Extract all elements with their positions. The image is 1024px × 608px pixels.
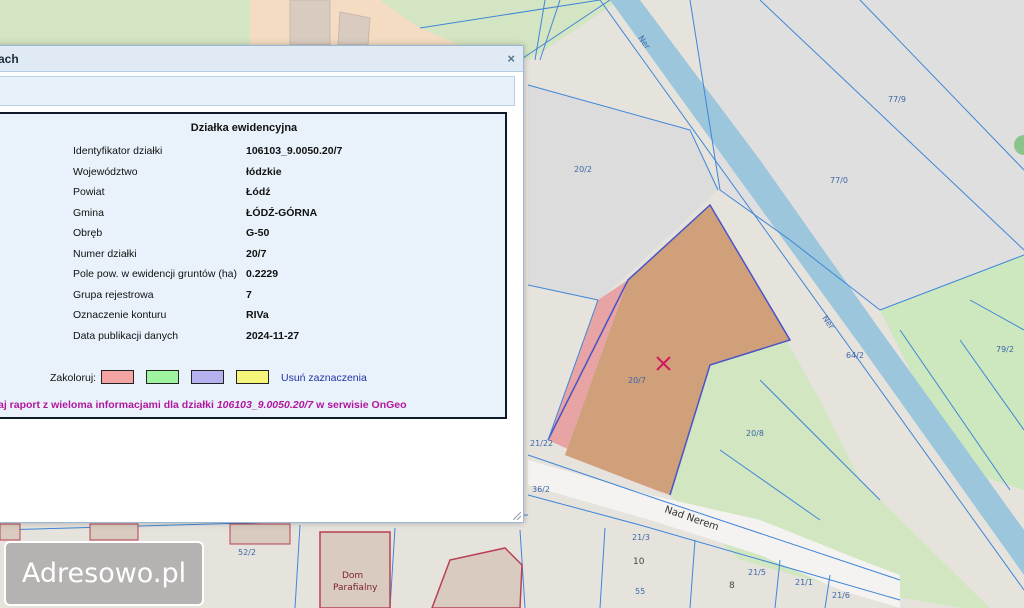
report-link-suffix: w serwisie OnGeo	[313, 399, 407, 411]
color-swatch-yellow[interactable]	[236, 370, 269, 384]
parcel-attribute-row: Pole pow. w ewidencji gruntów (ha) 0.2229	[0, 268, 505, 286]
parcel-info-window[interactable]: ach × Działka ewidencyjna Identyfikator …	[0, 45, 524, 523]
color-swatch-green[interactable]	[146, 370, 179, 384]
clear-selection-link[interactable]: Usuń zaznaczenia	[281, 372, 367, 384]
parcel-attribute-row: Numer działki 20/7	[0, 248, 505, 266]
label-parcel-20-8: 20/8	[746, 429, 764, 438]
label-parcel-20-2: 20/2	[574, 165, 592, 174]
label-parcel-64-2: 64/2	[846, 351, 864, 360]
window-title: ach	[0, 52, 19, 66]
building-top	[289, 0, 331, 46]
parcel-attribute-label: Obręb	[73, 227, 103, 239]
label-parcel-21-22: 21/22	[530, 439, 553, 448]
parcel-info-box: Działka ewidencyjna Identyfikator działk…	[0, 112, 507, 419]
parcel-attribute-label: Pole pow. w ewidencji gruntów (ha)	[73, 268, 238, 280]
parcel-attribute-value: Łódź	[246, 186, 271, 198]
colorize-row: Zakoloruj: Usuń zaznaczenia	[0, 370, 505, 388]
label-parcel-52-2: 52/2	[238, 548, 256, 557]
parcel-attribute-value: G-50	[246, 227, 270, 239]
parcel-attribute-value: ŁÓDŹ-GÓRNA	[246, 206, 318, 219]
parcel-attribute-label: Data publikacji danych	[73, 329, 179, 342]
label-parcel-21-3: 21/3	[632, 533, 650, 542]
watermark-logo: Adresowo.pl	[4, 541, 204, 606]
label-parcel-77-9: 77/9	[888, 95, 906, 104]
parcel-attribute-row: Powiat Łódź	[0, 186, 505, 204]
parcel-attribute-value: 2024-11-27	[246, 329, 300, 342]
parcel-attribute-label: Oznaczenie konturu	[73, 309, 167, 321]
label-parcel-21-6: 21/6	[832, 591, 850, 600]
parcel-attribute-row: Gmina ŁÓDŹ-GÓRNA	[0, 207, 505, 225]
parcel-attribute-label: Grupa rejestrowa	[73, 288, 154, 301]
parcel-attribute-label: Numer działki	[73, 247, 137, 260]
report-link-prefix: aj raport z wieloma informacjami dla dzi…	[0, 399, 217, 411]
colorize-label: Zakoloruj:	[50, 372, 97, 384]
parcel-attribute-row: Identyfikator działki 106103_9.0050.20/7	[0, 145, 505, 163]
parcel-attribute-value: RIVa	[246, 309, 269, 321]
label-parcel-21-1: 21/1	[795, 578, 813, 587]
label-building-name-1: Dom	[342, 571, 363, 581]
parcel-attribute-label: Powiat	[73, 186, 105, 198]
resize-grip-icon[interactable]	[513, 512, 521, 520]
close-icon[interactable]: ×	[507, 51, 515, 66]
parcel-attribute-label: Gmina	[73, 206, 104, 219]
parcel-attribute-value: 106103_9.0050.20/7	[246, 145, 343, 157]
window-header[interactable]: ach ×	[0, 46, 523, 72]
label-house-10: 10	[633, 557, 645, 567]
parcel-attribute-label: Województwo	[73, 165, 138, 178]
parcel-info-heading: Działka ewidencyjna	[190, 122, 298, 134]
color-swatch-purple[interactable]	[191, 370, 224, 384]
ongeo-report-link[interactable]: aj raport z wieloma informacjami dla dzi…	[0, 399, 407, 411]
parcel-attribute-value: 20/7	[246, 247, 267, 260]
parcel-attribute-row: Obręb G-50	[0, 227, 505, 245]
building-top-2	[337, 11, 371, 46]
label-parcel-79-2: 79/2	[996, 345, 1014, 354]
parcel-attribute-row: Grupa rejestrowa 7	[0, 289, 505, 307]
parcel-attribute-row: Data publikacji danych 2024-11-27	[0, 330, 505, 348]
label-building-name-2: Parafialny	[333, 583, 378, 593]
label-house-55: 55	[635, 587, 645, 596]
parcel-attribute-value: 0.2229	[246, 268, 279, 280]
label-parcel-21-5: 21/5	[748, 568, 766, 577]
label-parcel-36-2: 36/2	[532, 485, 550, 494]
label-parcel-20-7: 20/7	[628, 376, 646, 385]
report-link-parcel: 106103_9.0050.20/7	[216, 399, 314, 411]
label-house-8: 8	[729, 581, 735, 591]
green-area-top-left	[0, 0, 250, 45]
label-parcel-77-0: 77/0	[830, 176, 848, 185]
parcel-attribute-row: Województwo łódzkie	[0, 166, 505, 184]
parcel-attribute-value: 7	[246, 288, 252, 301]
parcel-attribute-value: łódzkie	[246, 165, 282, 178]
parcel-attribute-row: Oznaczenie konturu RIVa	[0, 309, 505, 327]
parcel-attribute-label: Identyfikator działki	[73, 145, 163, 157]
window-toolbar	[0, 76, 515, 106]
color-swatch-red[interactable]	[101, 370, 134, 384]
